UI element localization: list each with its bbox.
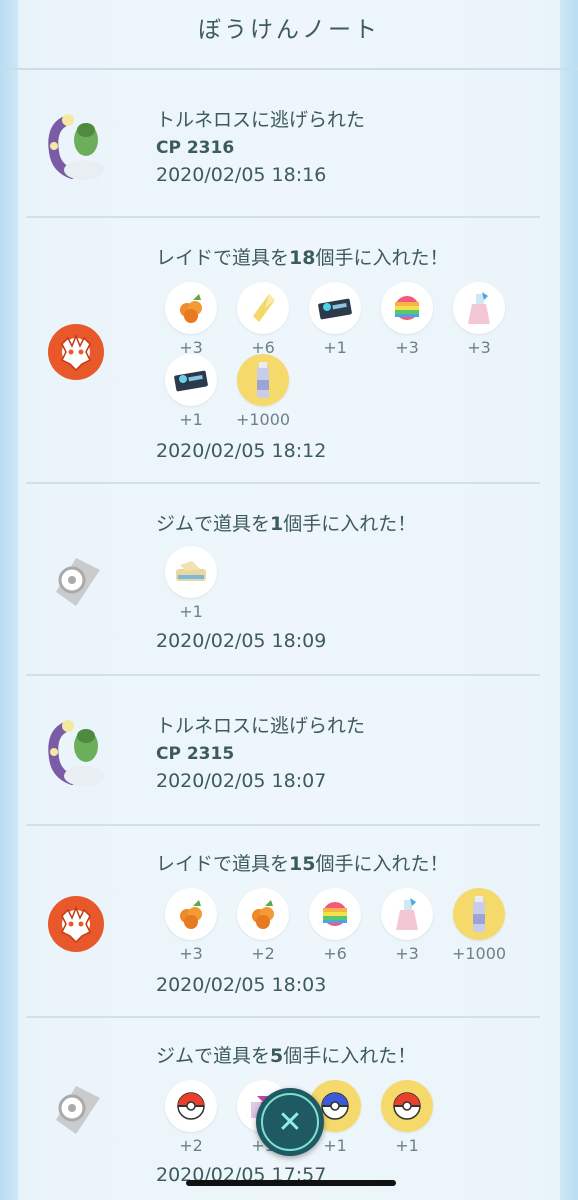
gym-icon [46, 1078, 106, 1138]
item-golden-razz-berry: +3 [156, 282, 226, 357]
entry-text: レイドで道具を15個手に入れた！ [156, 853, 449, 875]
journal-entry-raid: レイドで道具を18個手に入れた！ +3 +6 +1 +3 +3 +1 +1000… [0, 218, 578, 482]
rare-candy-rainbow-icon [323, 902, 347, 926]
entry-text: トルネロスに逃げられた [156, 109, 366, 131]
entry-date: 2020/02/05 18:07 [156, 770, 327, 792]
poke-ball-icon [177, 1092, 205, 1120]
golden-razz-berry-icon [252, 900, 274, 929]
item-count: 18 [289, 247, 316, 269]
journal-entry-raid: レイドで道具を15個手に入れた！ +3 +2 +6 +3 +1000 2020/… [0, 826, 578, 1016]
item-technical-machine: +1 [300, 282, 370, 357]
max-revive-icon [396, 898, 418, 930]
item-stardust-potion: +1000 [228, 354, 298, 429]
rare-candy-rainbow-icon [395, 296, 419, 320]
close-button[interactable]: ✕ [256, 1088, 324, 1156]
max-revive-icon [468, 292, 490, 324]
item-golden-razz-berry: +2 [228, 888, 298, 963]
entry-date: 2020/02/05 18:09 [156, 630, 327, 652]
item-technical-machine: +1 [156, 354, 226, 429]
item-count: 5 [270, 1045, 284, 1067]
item-count: 15 [289, 853, 316, 875]
item-max-revive: +3 [444, 282, 514, 357]
journal-entry-flee: トルネロスに逃げられた CP 2316 2020/02/05 18:16 [0, 70, 578, 218]
stardust-potion-icon [257, 362, 269, 398]
golden-razz-berry-icon [180, 900, 202, 929]
item-poke-ball: +2 [156, 1080, 226, 1155]
home-indicator[interactable] [186, 1180, 396, 1186]
cp-value: CP 2316 [156, 138, 235, 158]
item-stardust-potion: +1000 [444, 888, 514, 963]
item-pinap-berry: +1 [156, 546, 226, 621]
item-poke-ball: +1 [372, 1080, 442, 1155]
entry-date: 2020/02/05 18:16 [156, 164, 327, 186]
technical-machine-icon [318, 298, 352, 320]
close-icon: ✕ [261, 1093, 319, 1151]
entry-text: レイドで道具を18個手に入れた！ [156, 247, 449, 269]
header: ぼうけんノート [0, 0, 578, 70]
journal-entry-gym: ジムで道具を1個手に入れた！ +1 2020/02/05 18:09 [0, 484, 578, 674]
raid-badge-icon [46, 894, 106, 954]
entry-text: ジムで道具を5個手に入れた！ [156, 1045, 417, 1067]
item-rare-candy-rainbow: +6 [300, 888, 370, 963]
golden-razz-berry-icon [180, 294, 202, 323]
item-rare-candy-rainbow: +3 [372, 282, 442, 357]
technical-machine-icon [174, 370, 208, 392]
pinap-berry-icon [176, 561, 206, 581]
gym-icon [46, 550, 106, 610]
item-golden-razz-berry: +3 [156, 888, 226, 963]
entry-text: トルネロスに逃げられた [156, 715, 366, 737]
great-ball-icon [321, 1092, 349, 1120]
journal-entry-flee: トルネロスに逃げられた CP 2315 2020/02/05 18:07 [0, 676, 578, 824]
entry-date: 2020/02/05 18:12 [156, 440, 327, 462]
tornadus-icon [46, 714, 106, 786]
item-max-revive: +3 [372, 888, 442, 963]
stardust-potion-icon [473, 896, 485, 932]
page-title: ぼうけんノート [198, 17, 380, 43]
tornadus-icon [46, 108, 106, 180]
rare-candy-icon [253, 294, 275, 322]
item-rare-candy: +6 [228, 282, 298, 357]
entry-text: ジムで道具を1個手に入れた！ [156, 513, 417, 535]
item-count: 1 [270, 513, 284, 535]
entry-date: 2020/02/05 18:03 [156, 974, 327, 996]
poke-ball-gold-icon [393, 1092, 421, 1120]
cp-value: CP 2315 [156, 744, 235, 764]
raid-badge-icon [46, 322, 106, 382]
